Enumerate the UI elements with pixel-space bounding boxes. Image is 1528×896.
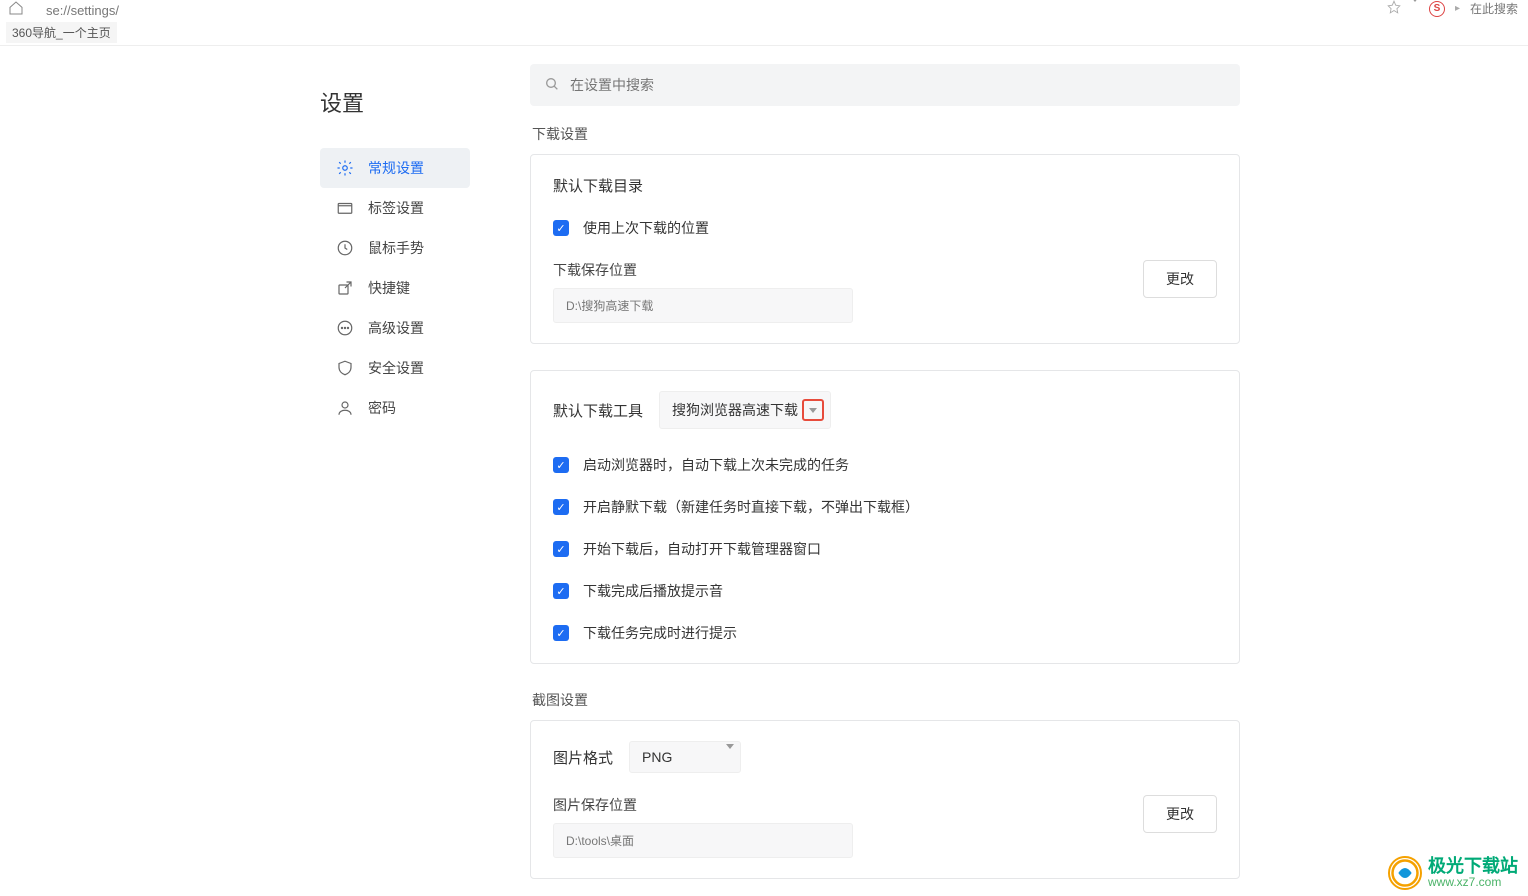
- sidebar-item-shortcuts[interactable]: 快捷键: [320, 268, 470, 308]
- sidebar-item-security[interactable]: 安全设置: [320, 348, 470, 388]
- user-icon: [336, 399, 354, 417]
- bookmark-item[interactable]: 360导航_一个主页: [6, 22, 117, 43]
- opt-auto-resume: 启动浏览器时，自动下载上次未完成的任务: [583, 455, 849, 475]
- chevron-down-icon[interactable]: [802, 399, 824, 421]
- sidebar-item-tabs[interactable]: 标签设置: [320, 188, 470, 228]
- screenshot-save-location-label: 图片保存位置: [553, 795, 1123, 815]
- sidebar-item-advanced[interactable]: 高级设置: [320, 308, 470, 348]
- default-download-dir-heading: 默认下载目录: [553, 175, 1217, 196]
- clock-icon: [336, 239, 354, 257]
- download-dir-card: 默认下载目录 ✓ 使用上次下载的位置 下载保存位置 D:\搜狗高速下载 更改: [530, 154, 1240, 344]
- chevron-down-icon: [726, 749, 734, 765]
- download-save-location-label: 下载保存位置: [553, 260, 1123, 280]
- image-format-value: PNG: [642, 749, 696, 765]
- sidebar-item-password[interactable]: 密码: [320, 388, 470, 428]
- section-title-screenshot: 截图设置: [532, 690, 1240, 710]
- use-last-location-label: 使用上次下载的位置: [583, 218, 709, 238]
- watermark-logo-icon: [1388, 856, 1422, 890]
- default-download-tool-label: 默认下载工具: [553, 400, 643, 421]
- page-title: 设置: [320, 64, 470, 140]
- change-download-location-button[interactable]: 更改: [1143, 260, 1217, 298]
- arrow-out-icon: [336, 279, 354, 297]
- image-format-select[interactable]: PNG: [629, 741, 741, 773]
- opt-play-sound: 下载完成后播放提示音: [583, 581, 723, 601]
- watermark-brand: 极光下载站: [1428, 857, 1518, 877]
- section-title-download: 下载设置: [532, 124, 1240, 144]
- settings-search-input[interactable]: [570, 77, 1226, 93]
- checkbox-play-sound[interactable]: ✓: [553, 583, 569, 599]
- download-tool-card: 默认下载工具 搜狗浏览器高速下载 ✓ 启动浏览器时，自动下载上次未完成的任务 ✓ 开…: [530, 370, 1240, 664]
- watermark: 极光下载站 www.xz7.com: [1388, 856, 1518, 890]
- watermark-url: www.xz7.com: [1428, 876, 1518, 889]
- settings-search[interactable]: [530, 64, 1240, 106]
- bookmarks-bar: 360导航_一个主页: [0, 20, 1528, 46]
- address-bar[interactable]: se://settings/: [46, 3, 119, 18]
- sidebar-item-label: 鼠标手势: [368, 238, 424, 258]
- chevron-down-icon[interactable]: [1411, 2, 1419, 16]
- sidebar-item-label: 标签设置: [368, 198, 424, 218]
- opt-silent-download: 开启静默下载（新建任务时直接下载，不弹出下载框）: [583, 497, 919, 517]
- change-screenshot-location-button[interactable]: 更改: [1143, 795, 1217, 833]
- checkbox-use-last-location[interactable]: ✓: [553, 220, 569, 236]
- sidebar-item-label: 安全设置: [368, 358, 424, 378]
- sidebar-item-mouse-gesture[interactable]: 鼠标手势: [320, 228, 470, 268]
- default-download-tool-select[interactable]: 搜狗浏览器高速下载: [659, 391, 831, 429]
- tabs-icon: [336, 199, 354, 217]
- search-icon: [544, 76, 560, 95]
- browser-search-placeholder[interactable]: 在此搜索: [1470, 0, 1518, 17]
- checkbox-auto-resume[interactable]: ✓: [553, 457, 569, 473]
- home-icon[interactable]: [8, 0, 24, 21]
- screenshot-save-location-path: D:\tools\桌面: [553, 823, 853, 858]
- browser-toolbar: se://settings/ S ▸ 在此搜索: [0, 0, 1528, 20]
- sidebar-item-general[interactable]: 常规设置: [320, 148, 470, 188]
- opt-open-manager: 开始下载后，自动打开下载管理器窗口: [583, 539, 821, 559]
- sogou-icon[interactable]: S: [1429, 1, 1445, 17]
- checkbox-open-manager[interactable]: ✓: [553, 541, 569, 557]
- download-save-location-path: D:\搜狗高速下载: [553, 288, 853, 323]
- sidebar-item-label: 高级设置: [368, 318, 424, 338]
- star-icon[interactable]: [1387, 0, 1401, 17]
- image-format-label: 图片格式: [553, 747, 613, 768]
- screenshot-card: 图片格式 PNG 图片保存位置 D:\tools\桌面 更改: [530, 720, 1240, 879]
- shield-icon: [336, 359, 354, 377]
- sidebar-item-label: 常规设置: [368, 158, 424, 178]
- checkbox-notify-complete[interactable]: ✓: [553, 625, 569, 641]
- gear-icon: [336, 159, 354, 177]
- opt-notify-complete: 下载任务完成时进行提示: [583, 623, 737, 643]
- sidebar-item-label: 密码: [368, 398, 396, 418]
- more-horizontal-icon: [336, 319, 354, 337]
- default-download-tool-value: 搜狗浏览器高速下载: [672, 400, 798, 420]
- checkbox-silent-download[interactable]: ✓: [553, 499, 569, 515]
- settings-sidebar: 常规设置 标签设置 鼠标手势 快捷键: [320, 148, 470, 428]
- sidebar-item-label: 快捷键: [368, 278, 410, 298]
